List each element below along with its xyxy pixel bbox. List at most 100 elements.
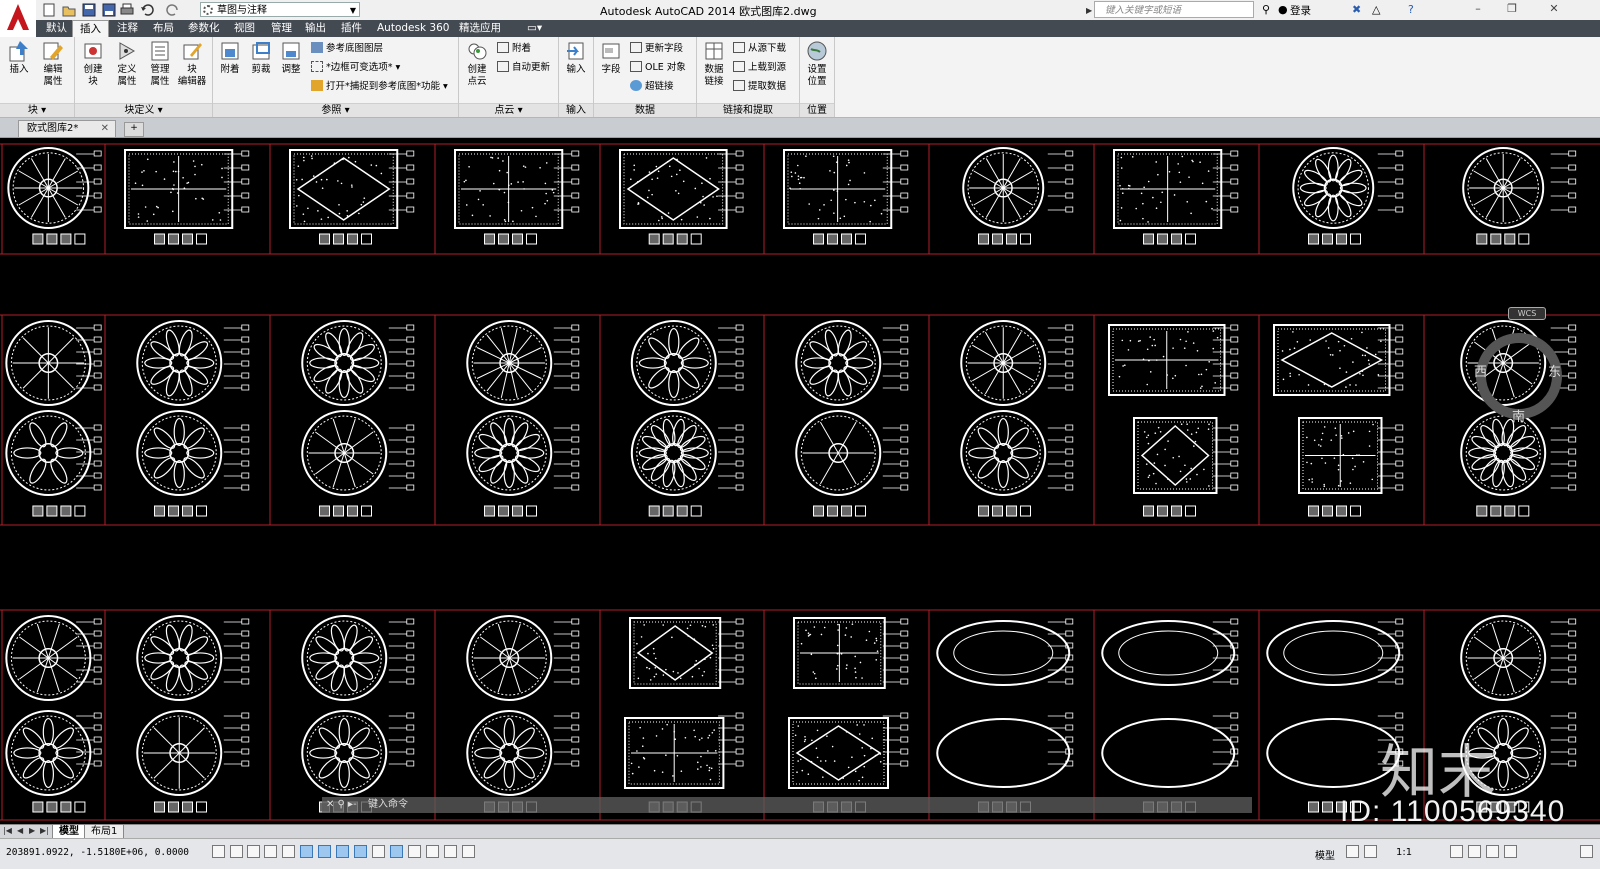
selection-cycling-toggle[interactable]	[444, 845, 457, 858]
panel-title-block[interactable]: 块 ▾	[0, 103, 74, 117]
snap-mode-toggle[interactable]	[230, 845, 243, 858]
prev-layout-icon[interactable]: ◀	[17, 826, 23, 835]
3d-object-snap-toggle[interactable]	[318, 845, 331, 858]
model-space-button[interactable]: 模型	[1315, 847, 1335, 862]
grid-display-toggle[interactable]	[247, 845, 260, 858]
annotation-scale-dropdown[interactable]: 1:1	[1396, 847, 1412, 858]
open-icon[interactable]	[62, 3, 78, 17]
field-button[interactable]: 字段	[596, 39, 626, 76]
snap-underlay-dropdown[interactable]: 打开*捕捉到参考底图*功能 ▾	[311, 79, 448, 95]
hardware-acceleration-icon[interactable]	[1486, 845, 1499, 858]
data-link-button[interactable]: 数据 链接	[699, 39, 729, 88]
download-from-source-button[interactable]: 从源下载	[733, 41, 786, 57]
tab-output[interactable]: 输出	[298, 20, 333, 37]
tab-featured-apps[interactable]: 精选应用	[452, 20, 508, 37]
tab-layout1[interactable]: 布局1	[84, 825, 125, 839]
pointcloud-attach-button[interactable]: 附着	[497, 41, 531, 57]
clip-button[interactable]: 剪裁	[246, 39, 276, 76]
transparency-toggle[interactable]	[408, 845, 421, 858]
set-location-button[interactable]: 设置 位置	[802, 39, 832, 88]
clean-screen-icon[interactable]	[1580, 845, 1593, 858]
restore-button[interactable]: ❐	[1500, 2, 1524, 16]
panel-title-reference[interactable]: 参照 ▾	[213, 103, 458, 117]
panel-title-import[interactable]: 输入	[559, 103, 593, 117]
coordinate-readout[interactable]: 203891.0922, -1.5180E+06, 0.0000	[6, 847, 189, 858]
underlay-layers-button[interactable]: 参考底图图层	[311, 41, 383, 57]
quick-view-layouts-icon[interactable]	[1346, 845, 1359, 858]
save-icon[interactable]	[82, 3, 98, 17]
extract-data-button[interactable]: 提取数据	[733, 79, 786, 95]
ribbon-options-icon[interactable]: ▭▾	[520, 20, 549, 37]
undo-icon[interactable]	[140, 3, 156, 17]
upload-to-source-button[interactable]: 上载到源	[733, 60, 786, 76]
help-icon[interactable]: ?	[1408, 3, 1414, 16]
next-layout-icon[interactable]: ▶	[29, 826, 35, 835]
redo-icon[interactable]	[166, 3, 182, 17]
import-button[interactable]: 输入	[561, 39, 591, 76]
viewcube[interactable]: 西 东 南	[1474, 326, 1564, 456]
object-snap-tracking-toggle[interactable]	[336, 845, 349, 858]
save-as-icon[interactable]	[102, 3, 118, 17]
binoculars-icon[interactable]: ⚲	[1262, 3, 1270, 16]
workspace-dropdown[interactable]: 草图与注释 ▼	[200, 2, 360, 17]
compass-south[interactable]: 南	[1512, 406, 1525, 425]
application-menu-button[interactable]	[0, 0, 36, 37]
tab-insert[interactable]: 插入	[72, 20, 109, 38]
quick-view-drawings-icon[interactable]	[1364, 845, 1377, 858]
attach-button[interactable]: 附着	[215, 39, 245, 76]
tab-model[interactable]: 模型	[52, 825, 86, 839]
tab-parametric[interactable]: 参数化	[181, 20, 227, 37]
last-layout-icon[interactable]: ▶|	[40, 826, 49, 835]
hyperlink-button[interactable]: 超链接	[630, 79, 674, 95]
auto-update-button[interactable]: 自动更新	[497, 60, 550, 76]
new-icon[interactable]	[42, 3, 58, 17]
define-attribute-button[interactable]: 定义 属性	[112, 39, 142, 88]
print-icon[interactable]	[120, 3, 136, 17]
tab-plugins[interactable]: 插件	[334, 20, 369, 37]
annotation-monitor-toggle[interactable]	[462, 845, 475, 858]
update-fields-button[interactable]: 更新字段	[630, 41, 683, 57]
search-input[interactable]: ▶ 键入关键字或短语	[1086, 1, 1254, 18]
close-tab-icon[interactable]: ✕	[101, 121, 109, 137]
frame-variable-dropdown[interactable]: *边框可变选项* ▾	[311, 60, 400, 76]
workspace-switching-icon[interactable]	[1450, 845, 1463, 858]
polar-tracking-toggle[interactable]	[282, 845, 295, 858]
block-editor-button[interactable]: 块 编辑器	[177, 39, 207, 88]
command-line-controls-icon[interactable]: ✕ ⚲ ▸-	[326, 797, 357, 813]
user-icon[interactable]: ●	[1278, 3, 1288, 16]
tab-default[interactable]: 默认	[39, 20, 74, 37]
lock-icon[interactable]	[1468, 845, 1481, 858]
panel-title-linking-extraction[interactable]: 链接和提取	[697, 103, 799, 117]
panel-title-block-definition[interactable]: 块定义 ▾	[75, 103, 212, 117]
panel-title-data[interactable]: 数据	[594, 103, 696, 117]
tab-annotate[interactable]: 注释	[110, 20, 145, 37]
dynamic-input-toggle[interactable]	[372, 845, 385, 858]
quick-properties-toggle[interactable]	[426, 845, 439, 858]
manage-attributes-button[interactable]: 管理 属性	[145, 39, 175, 88]
exchange-icon[interactable]: ✖	[1352, 3, 1361, 16]
compass-east[interactable]: 东	[1548, 361, 1561, 380]
create-point-cloud-button[interactable]: 创建 点云	[462, 39, 492, 88]
dynamic-ucs-toggle[interactable]	[354, 845, 367, 858]
infer-constraints-toggle[interactable]	[212, 845, 225, 858]
insert-block-button[interactable]: 插入	[4, 39, 34, 76]
ortho-toggle[interactable]	[264, 845, 277, 858]
edit-attribute-button[interactable]: 编辑 属性	[38, 39, 68, 88]
object-snap-toggle[interactable]	[300, 845, 313, 858]
close-button[interactable]: ✕	[1542, 2, 1566, 16]
panel-title-point-cloud[interactable]: 点云 ▾	[459, 103, 558, 117]
login-link[interactable]: 登录	[1290, 3, 1311, 18]
adjust-button[interactable]: 调整	[276, 39, 306, 76]
tab-autodesk-360[interactable]: Autodesk 360	[370, 20, 456, 37]
isolate-objects-icon[interactable]	[1504, 845, 1517, 858]
network-icon[interactable]: △	[1372, 3, 1380, 16]
tab-layout[interactable]: 布局	[146, 20, 181, 37]
command-line[interactable]: ✕ ⚲ ▸- 键入命令	[322, 797, 1252, 813]
minimize-button[interactable]: –	[1466, 2, 1490, 16]
panel-title-location[interactable]: 位置	[800, 103, 834, 117]
tab-manage[interactable]: 管理	[264, 20, 299, 37]
first-layout-icon[interactable]: |◀	[3, 826, 12, 835]
drawing-canvas[interactable]: 西 东 南 WCS ✕ ⚲ ▸- 键入命令	[0, 138, 1600, 824]
create-block-button[interactable]: 创建 块	[78, 39, 108, 88]
tab-view[interactable]: 视图	[227, 20, 262, 37]
